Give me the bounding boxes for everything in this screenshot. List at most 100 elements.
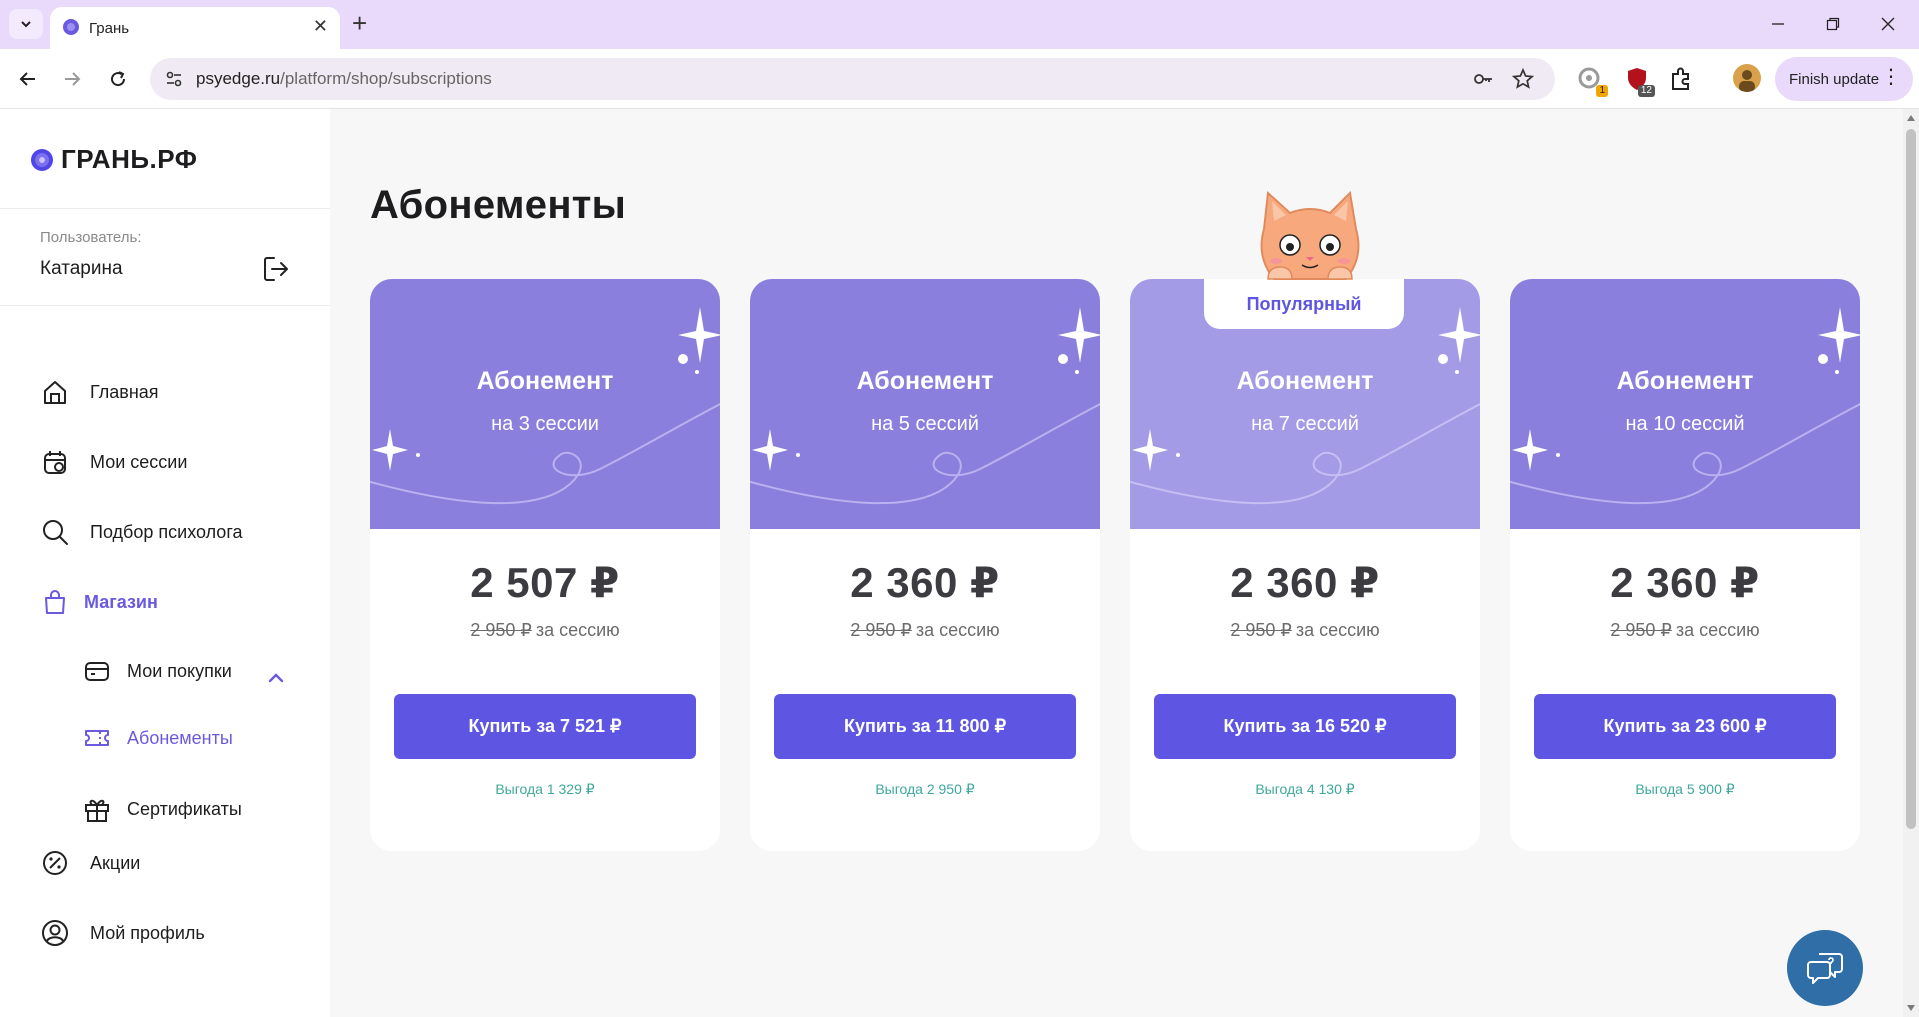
extension-badge: 12 [1637,85,1655,97]
sidebar-item-label: Мои сессии [90,451,188,472]
chevron-up-icon[interactable] [267,669,285,687]
session-price: 2 360 ₽ [1610,559,1760,606]
sidebar-item-sessions[interactable]: Мои сессии [40,445,187,479]
logo-flower-icon [31,148,53,171]
divider [0,305,330,306]
user-name: Катарина [40,258,123,279]
card-title: Абонемент [476,367,614,395]
support-chat-button[interactable] [1787,930,1863,1006]
card-subtitle: на 10 сессий [1625,413,1745,435]
logo[interactable]: ГРАНЬ.РФ [29,144,197,175]
subscription-card-5: Абонемент на 5 сессий 2 360 ₽ 2 950 ₽ за … [750,279,1100,851]
address-bar[interactable]: psyedge.ru/platform/shop/subscriptions [150,58,1555,100]
browser-toolbar: psyedge.ru/platform/shop/subscriptions 1… [0,49,1919,109]
savings-text: Выгода 1 329 ₽ [495,781,595,797]
user-label: Пользователь: [40,229,142,246]
session-price: 2 360 ₽ [850,559,1000,606]
card-subtitle: на 3 сессии [491,413,599,435]
star-icon [1512,68,1534,89]
sidebar-item-shop[interactable]: Магазин [40,585,158,619]
sidebar-item-label: Подбор психолога [90,521,243,542]
page-scrollbar[interactable] [1903,109,1919,1017]
extension-1-button[interactable]: 1 [1576,65,1608,97]
tab-title: Грань [89,20,130,37]
cat-mascot-icon [1260,190,1360,280]
card-header: Абонемент на 3 сессии [370,279,720,529]
back-button[interactable] [14,65,42,93]
sidebar-item-label: Магазин [84,591,158,612]
card-header: Абонемент на 5 сессий [750,279,1100,529]
sparkles-decoration-icon [750,307,1100,505]
per-session-label: за сессию [1295,620,1380,640]
arrow-left-icon [19,72,35,86]
calendar-icon [40,447,70,477]
buy-button[interactable]: Купить за 7 521 ₽ [394,694,696,759]
buy-button[interactable]: Купить за 11 800 ₽ [774,694,1076,759]
logo-text: ГРАНЬ.РФ [61,144,198,174]
minimize-button[interactable] [1766,12,1790,36]
tab-close-icon[interactable]: ✕ [313,16,328,36]
divider [0,208,330,209]
shopping-bag-icon [40,587,70,617]
finish-update-button[interactable]: Finish update ⋮ [1775,57,1913,101]
subscription-card-10: Абонемент на 10 сессий 2 360 ₽ 2 950 ₽ за… [1510,279,1860,851]
logout-icon[interactable] [261,254,291,284]
new-tab-button[interactable]: + [352,10,367,36]
per-session-label: за сессию [1675,620,1760,640]
old-price: 2 950 ₽ [1610,620,1672,640]
buy-button[interactable]: Купить за 16 520 ₽ [1154,694,1456,759]
arrow-right-icon [65,72,81,86]
scroll-thumb[interactable] [1906,129,1916,829]
sidebar-item-label: Главная [90,381,159,402]
extensions-menu-button[interactable] [1667,65,1695,93]
card-title: Абонемент [1616,367,1754,395]
sidebar-item-psychologist[interactable]: Подбор психолога [40,515,243,549]
savings-text: Выгода 5 900 ₽ [1635,781,1735,797]
buy-button[interactable]: Купить за 23 600 ₽ [1534,694,1836,759]
old-price: 2 950 ₽ [850,620,912,640]
savings-text: Выгода 2 950 ₽ [875,781,975,797]
subscription-card-3: Абонемент на 3 сессии 2 507 ₽ 2 950 ₽ за … [370,279,720,851]
sparkles-decoration-icon [370,307,720,505]
sidebar-item-certificates[interactable]: Сертификаты [83,792,242,826]
extension-2-button[interactable]: 12 [1623,65,1655,97]
wallet-icon [83,657,111,685]
url-domain: psyedge.ru [196,69,281,88]
ticket-icon [83,724,111,752]
card-title: Абонемент [856,367,994,395]
restore-button[interactable] [1821,12,1845,36]
sidebar-item-label: Мои покупки [127,660,232,681]
card-subtitle: на 7 сессий [1251,413,1359,435]
session-price: 2 360 ₽ [1230,559,1380,606]
sparkles-decoration-icon [1510,307,1860,505]
forward-button[interactable] [58,65,86,93]
sidebar: ГРАНЬ.РФ Пользователь: Катарина Главная … [0,109,330,1017]
tab-search-button[interactable] [9,9,43,39]
profile-avatar[interactable] [1733,64,1761,92]
password-key-button[interactable] [1472,68,1494,90]
card-header: Абонемент на 10 сессий [1510,279,1860,529]
sidebar-item-label: Акции [90,852,141,873]
old-price: 2 950 ₽ [1230,620,1292,640]
bookmark-button[interactable] [1512,68,1534,90]
sidebar-item-subscriptions[interactable]: Абонементы [83,721,233,755]
home-icon [40,377,70,407]
scroll-down-icon[interactable] [1907,1005,1915,1011]
sidebar-item-promotions[interactable]: Акции [40,846,140,880]
finish-update-label: Finish update [1789,70,1880,88]
browser-tab-active[interactable]: Грань ✕ [50,7,340,49]
key-icon [1474,74,1492,84]
close-window-button[interactable] [1876,12,1900,36]
sidebar-item-profile[interactable]: Мой профиль [40,916,205,950]
url-text: psyedge.ru/platform/shop/subscriptions [196,69,492,89]
reload-button[interactable] [104,65,132,93]
card-title: Абонемент [1236,367,1374,395]
search-icon [40,517,70,547]
scroll-up-icon[interactable] [1907,115,1915,121]
sidebar-item-purchases[interactable]: Мои покупки [83,654,232,688]
sidebar-item-home[interactable]: Главная [40,375,159,409]
close-icon [1881,17,1895,31]
old-price: 2 950 ₽ [470,620,532,640]
reload-icon [111,71,126,87]
per-session-line: 2 950 ₽ за сессию [1130,620,1480,641]
